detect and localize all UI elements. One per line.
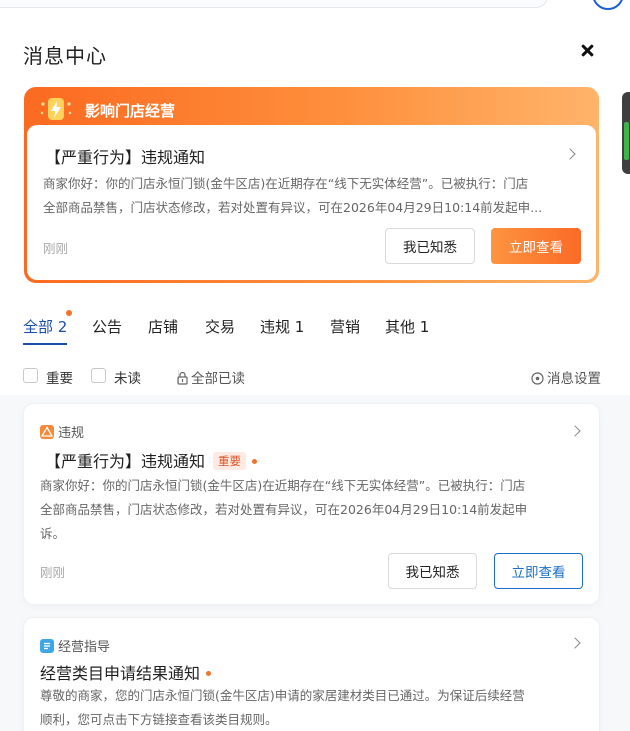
tab-store[interactable]: 店铺 bbox=[148, 316, 178, 337]
message-settings-label: 消息设置 bbox=[547, 371, 601, 387]
tab-violation[interactable]: 违规 1 bbox=[260, 316, 304, 337]
highlight-desc-line-2: 全部商品禁售，门店状态修改，若对处置有异议，可在2026年04月29日10:14… bbox=[43, 200, 543, 215]
message-desc-line-2: 全部商品禁售，门店状态修改，若对处置有异议，可在2026年04月29日10:14… bbox=[40, 502, 528, 517]
chevron-right-icon[interactable] bbox=[569, 637, 581, 649]
highlight-desc-line-1: 商家你好：你的门店永恒门锁(金牛区店)在近期存在“线下无实体经营”。已被执行：门… bbox=[43, 176, 529, 191]
message-settings-button[interactable]: 消息设置 bbox=[531, 367, 601, 387]
clear-icon bbox=[177, 371, 188, 385]
message-card[interactable]: 违规 【严重行为】违规通知 重要 商家你好：你的门店永恒门锁(金牛区店)在近期存在… bbox=[24, 404, 599, 604]
active-tab-underline bbox=[23, 343, 67, 345]
highlight-title[interactable]: 【严重行为】违规通知 bbox=[45, 144, 205, 168]
important-tag: 重要 bbox=[213, 452, 247, 470]
chevron-right-icon[interactable] bbox=[564, 148, 576, 160]
highlight-desc: 商家你好：你的门店永恒门锁(金牛区店)在近期存在“线下无实体经营”。已被执行：门… bbox=[43, 172, 542, 220]
mark-all-read-button[interactable]: 全部已读 bbox=[176, 367, 245, 387]
message-desc-line-1: 尊敬的商家，您的门店永恒门锁(金牛区店)申请的家居建材类目已通过。为保证后续经营 bbox=[40, 688, 525, 703]
search-bar-edge[interactable] bbox=[0, 0, 548, 8]
highlight-time: 刚刚 bbox=[43, 241, 69, 256]
chevron-right-icon[interactable] bbox=[569, 425, 581, 437]
acknowledge-button[interactable]: 我已知悉 bbox=[385, 228, 475, 264]
tab-all[interactable]: 全部 2 bbox=[23, 316, 67, 337]
guide-icon bbox=[40, 639, 54, 653]
message-title[interactable]: 【严重行为】违规通知 重要 bbox=[45, 448, 258, 472]
highlight-card[interactable]: 影响门店经营 【严重行为】违规通知 商家你好：你的门店永恒门锁(金牛区店)在近期… bbox=[24, 87, 599, 283]
side-widget-tab[interactable] bbox=[622, 92, 630, 174]
tab-other[interactable]: 其他 1 bbox=[385, 316, 429, 337]
settings-icon bbox=[531, 372, 544, 385]
unread-checkbox[interactable] bbox=[91, 368, 106, 383]
unread-dot bbox=[252, 459, 258, 464]
message-card[interactable]: 经营指导 经营类目申请结果通知 尊敬的商家，您的门店永恒门锁(金牛区店)申请的家… bbox=[24, 618, 599, 731]
message-title-text: 经营类目申请结果通知 bbox=[40, 664, 201, 683]
panel-title: 消息中心 bbox=[23, 44, 107, 68]
top-strip bbox=[0, 0, 630, 12]
avatar[interactable] bbox=[592, 0, 624, 10]
important-checkbox[interactable] bbox=[23, 368, 38, 383]
message-time: 刚刚 bbox=[40, 565, 66, 580]
message-category: 经营指导 bbox=[40, 636, 110, 655]
close-button[interactable] bbox=[576, 40, 598, 62]
message-category-label: 经营指导 bbox=[58, 640, 111, 655]
message-desc: 尊敬的商家，您的门店永恒门锁(金牛区店)申请的家居建材类目已通过。为保证后续经营… bbox=[40, 684, 525, 731]
important-label[interactable]: 重要 bbox=[46, 367, 73, 387]
acknowledge-button[interactable]: 我已知悉 bbox=[388, 553, 477, 589]
view-now-button[interactable]: 立即查看 bbox=[494, 553, 583, 589]
view-now-button[interactable]: 立即查看 bbox=[491, 228, 581, 264]
tab-marketing[interactable]: 营销 bbox=[330, 316, 360, 337]
highlight-header-label: 影响门店经营 bbox=[85, 102, 176, 120]
mark-all-read-label: 全部已读 bbox=[191, 371, 245, 387]
message-desc-line-2: 顺利，您可点击下方链接查看该类目规则。 bbox=[40, 712, 278, 727]
message-desc-line-3: 诉。 bbox=[40, 526, 66, 541]
message-category: 违规 bbox=[40, 422, 84, 441]
unread-label[interactable]: 未读 bbox=[114, 367, 141, 387]
highlight-body: 【严重行为】违规通知 商家你好：你的门店永恒门锁(金牛区店)在近期存在“线下无实… bbox=[27, 125, 596, 280]
highlight-header: 影响门店经营 bbox=[27, 90, 596, 126]
message-desc: 商家你好：你的门店永恒门锁(金牛区店)在近期存在“线下无实体经营”。已被执行：门… bbox=[40, 474, 527, 546]
warning-icon bbox=[40, 425, 54, 439]
message-desc-line-1: 商家你好：你的门店永恒门锁(金牛区店)在近期存在“线下无实体经营”。已被执行：门… bbox=[40, 478, 526, 493]
unread-dot bbox=[206, 671, 212, 676]
filter-row: 重要 未读 全部已读 消息设置 bbox=[23, 366, 601, 388]
lightning-icon bbox=[40, 98, 72, 120]
side-widget-indicator bbox=[624, 122, 629, 160]
message-category-label: 违规 bbox=[58, 426, 85, 441]
message-title-text: 【严重行为】违规通知 bbox=[45, 452, 206, 471]
tab-announcement[interactable]: 公告 bbox=[92, 316, 122, 337]
message-title[interactable]: 经营类目申请结果通知 bbox=[40, 660, 212, 684]
tab-trade[interactable]: 交易 bbox=[205, 316, 235, 337]
